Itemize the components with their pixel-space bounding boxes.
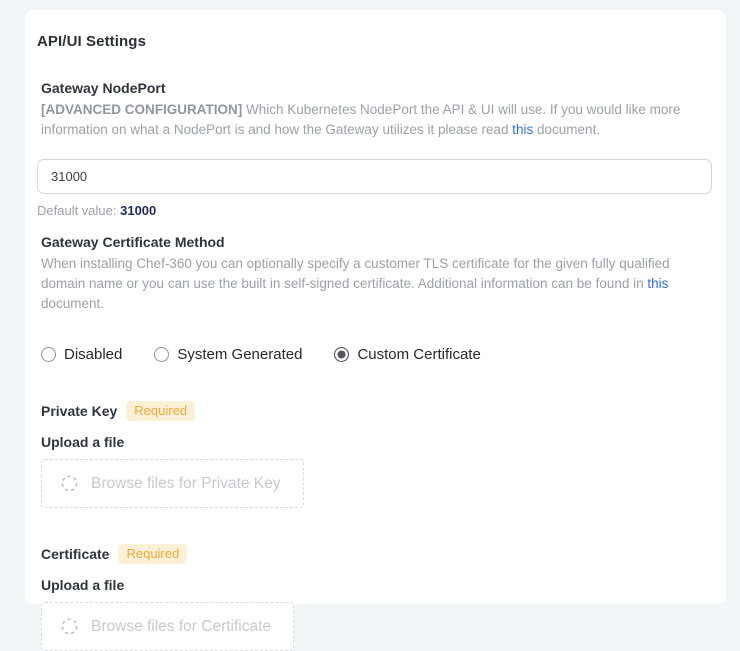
default-value-line: Default value: 31000 (37, 203, 708, 218)
private-key-required-badge: Required (126, 401, 195, 421)
certificate-method-radio-group: Disabled System Generated Custom Certifi… (41, 346, 708, 363)
default-value-label: Default value: (37, 203, 120, 218)
certificate-label: Certificate (41, 546, 109, 562)
settings-form: Gateway NodePort [ADVANCED CONFIGURATION… (41, 80, 708, 651)
radio-custom-certificate-icon[interactable] (334, 347, 349, 362)
advanced-configuration-tag: [ADVANCED CONFIGURATION] (41, 102, 242, 117)
private-key-section: Private Key Required Upload a file Brows… (41, 401, 708, 508)
private-key-browse-button[interactable]: Browse files for Private Key (41, 459, 304, 508)
radio-option-disabled[interactable]: Disabled (41, 346, 122, 363)
radio-system-generated-icon[interactable] (154, 347, 169, 362)
dashed-circle-icon (60, 617, 79, 636)
certificate-method-description: When installing Chef-360 you can optiona… (41, 254, 708, 314)
radio-option-custom-certificate[interactable]: Custom Certificate (334, 346, 480, 363)
gateway-nodeport-description: [ADVANCED CONFIGURATION] Which Kubernete… (41, 100, 708, 140)
gateway-nodeport-input[interactable] (37, 159, 712, 194)
private-key-browse-label: Browse files for Private Key (91, 475, 281, 493)
certificate-method-desc-text: When installing Chef-360 you can optiona… (41, 256, 670, 291)
certificate-browse-label: Browse files for Certificate (91, 618, 271, 636)
radio-disabled-label: Disabled (64, 346, 122, 363)
certificate-section: Certificate Required Upload a file Brows… (41, 544, 708, 651)
certificate-header: Certificate Required (41, 544, 708, 564)
radio-system-generated-label: System Generated (177, 346, 302, 363)
certificate-method-label: Gateway Certificate Method (41, 234, 708, 250)
dashed-circle-icon (60, 474, 79, 493)
page-title: API/UI Settings (37, 33, 708, 50)
radio-option-system-generated[interactable]: System Generated (154, 346, 302, 363)
certificate-required-badge: Required (118, 544, 187, 564)
certificate-browse-button[interactable]: Browse files for Certificate (41, 602, 294, 651)
private-key-upload-label: Upload a file (41, 434, 708, 450)
private-key-header: Private Key Required (41, 401, 708, 421)
gateway-nodeport-desc-text-2: document. (533, 122, 600, 137)
api-ui-settings-card: API/UI Settings Gateway NodePort [ADVANC… (25, 10, 726, 604)
radio-disabled-icon[interactable] (41, 347, 56, 362)
default-value-number: 31000 (120, 203, 156, 218)
private-key-label: Private Key (41, 403, 117, 419)
nodeport-doc-link[interactable]: this (512, 122, 533, 137)
certificate-upload-label: Upload a file (41, 577, 708, 593)
gateway-nodeport-label: Gateway NodePort (41, 80, 708, 96)
certificate-doc-link[interactable]: this (647, 276, 668, 291)
certificate-method-desc-text-2: document. (41, 296, 104, 311)
radio-custom-certificate-label: Custom Certificate (357, 346, 480, 363)
